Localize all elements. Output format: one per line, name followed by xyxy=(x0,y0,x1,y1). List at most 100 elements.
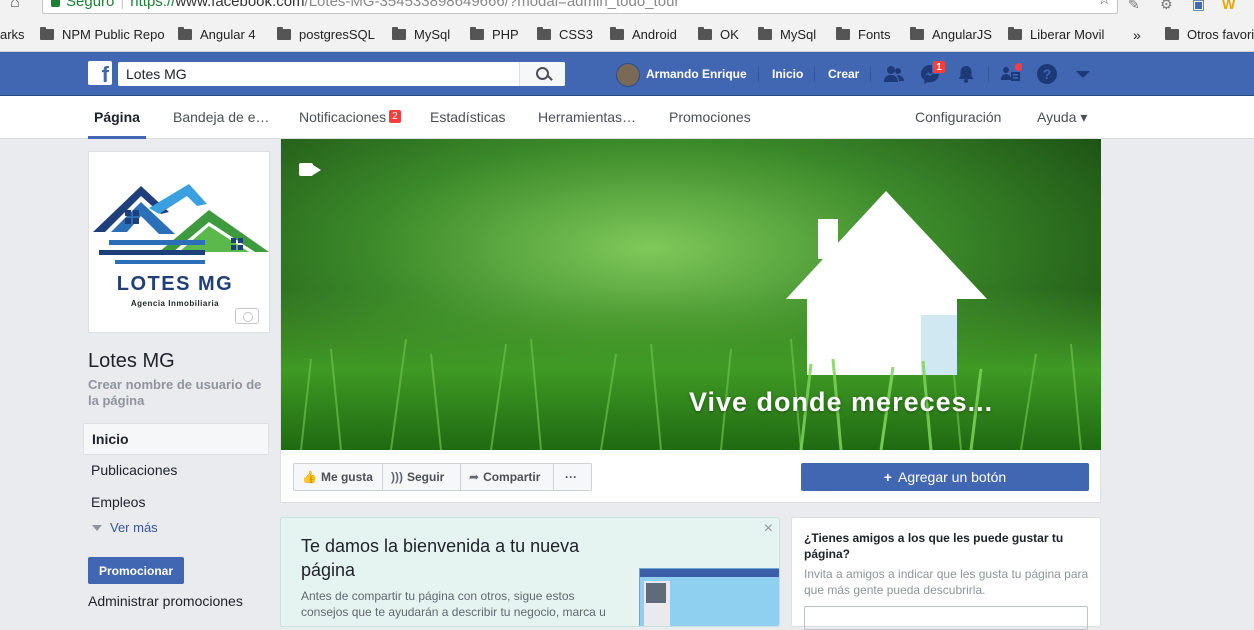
friend-requests-icon[interactable] xyxy=(883,63,905,85)
invite-description: Invita a amigos a indicar que les gusta … xyxy=(804,567,1089,597)
share-arrow-icon: ➦ xyxy=(469,470,480,484)
profile-link[interactable]: Armando Enrique xyxy=(616,52,747,96)
welcome-body: Antes de compartir tu página con otros, … xyxy=(301,589,606,619)
welcome-card: × Te damos la bienvenida a tu nueva pági… xyxy=(280,517,780,627)
bookmark-item[interactable]: PHP xyxy=(470,26,519,44)
secure-label: Seguro xyxy=(66,0,115,10)
bookmark-item[interactable]: NPM Public Repo xyxy=(40,26,165,44)
invite-friends-card: ¿Tienes amigos a los que les puede gusta… xyxy=(791,517,1101,630)
bookmark-item[interactable]: arks xyxy=(0,26,25,44)
share-button[interactable]: ➦ Compartir xyxy=(460,463,554,491)
messenger-icon[interactable]: 1 xyxy=(919,60,946,85)
bookmark-item[interactable]: OK xyxy=(698,26,739,44)
url-path: /Lotes-MG-354533898649666/?modal=admin_t… xyxy=(304,0,680,10)
lock-icon xyxy=(51,0,60,7)
url-host: www.facebook.com xyxy=(175,0,305,10)
home-link[interactable]: Inicio xyxy=(772,52,803,96)
bookmark-item[interactable]: CSS3 xyxy=(537,26,593,44)
thumbs-up-icon: 👍 xyxy=(302,470,317,484)
tab-notifications[interactable]: Notificaciones 2 xyxy=(299,96,401,139)
nav-divider xyxy=(870,66,871,82)
account-menu-icon[interactable] xyxy=(1072,63,1094,85)
bookmark-item[interactable]: MySql xyxy=(758,26,816,44)
avatar xyxy=(616,62,640,87)
tab-promotions[interactable]: Promociones xyxy=(669,96,751,139)
folder-icon xyxy=(758,27,772,40)
help-icon[interactable]: ? xyxy=(1036,63,1058,85)
bookmark-item[interactable]: MySql xyxy=(392,26,450,44)
cover-tagline: Vive donde mereces... xyxy=(689,387,994,417)
see-more-link[interactable]: Ver más xyxy=(92,520,158,535)
create-link[interactable]: Crear xyxy=(828,52,859,96)
bookmarks-bar: arks NPM Public Repo Angular 4 postgresS… xyxy=(0,16,1254,52)
add-button-button[interactable]: + Agregar un botón xyxy=(801,463,1089,491)
bookmark-item[interactable]: postgresSQL xyxy=(277,26,375,44)
other-bookmarks[interactable]: Otros favoritos xyxy=(1165,26,1254,44)
sidebar-item-publicaciones[interactable]: Publicaciones xyxy=(83,455,269,487)
bookmark-star-icon[interactable]: ☆ xyxy=(1098,0,1111,11)
close-icon[interactable]: × xyxy=(764,520,773,538)
more-options-button[interactable]: ··· xyxy=(553,463,592,491)
folder-icon xyxy=(836,27,850,40)
create-username-link[interactable]: Crear nombre de usuario de la página xyxy=(88,377,268,409)
page-tab-bar: Página Bandeja de e… Notificaciones 2 Est… xyxy=(0,96,1254,139)
bookmark-item[interactable]: Angular 4 xyxy=(178,26,256,44)
tab-inbox[interactable]: Bandeja de e… xyxy=(173,96,270,139)
like-button[interactable]: 👍 Me gusta xyxy=(293,463,383,491)
folder-icon xyxy=(1008,27,1022,40)
tab-stats[interactable]: Estadísticas xyxy=(430,96,505,139)
profile-picture[interactable]: LOTES MG Agencia Inmobiliaria xyxy=(88,151,270,333)
folder-icon xyxy=(698,27,712,40)
search-input[interactable] xyxy=(118,62,518,86)
lotes-mg-logo: LOTES MG Agencia Inmobiliaria xyxy=(93,184,269,308)
bookmarks-overflow-button[interactable]: » xyxy=(1133,26,1141,44)
cover-card: Vive donde mereces... 👍 Me gusta ))) Segui… xyxy=(280,139,1101,503)
search-icon[interactable] xyxy=(519,62,565,86)
follow-button[interactable]: ))) Seguir xyxy=(382,463,461,491)
address-bar[interactable]: Seguro | https://www.facebook.com/Lotes-MG… xyxy=(42,0,1118,14)
screen-extension-icon[interactable]: ▣ xyxy=(1192,0,1205,13)
sidebar-item-empleos[interactable]: Empleos xyxy=(83,487,269,519)
folder-icon xyxy=(470,27,484,40)
tab-help[interactable]: Ayuda ▾ xyxy=(1037,96,1087,139)
tab-tools[interactable]: Herramientas… xyxy=(538,96,636,139)
w-extension-icon[interactable]: W xyxy=(1222,0,1235,12)
facebook-logo-icon[interactable]: f xyxy=(88,61,112,85)
browser-toolbar: ⌂ Seguro | https://www.facebook.com/Lotes-… xyxy=(0,0,1254,16)
rss-icon: ))) xyxy=(391,470,403,484)
bookmark-item[interactable]: Android xyxy=(610,26,677,44)
pencil-extension-icon[interactable]: ✎ xyxy=(1128,0,1140,13)
notifications-icon[interactable] xyxy=(955,63,977,85)
sidebar-item-inicio[interactable]: Inicio xyxy=(83,423,269,455)
bookmark-item[interactable]: Fonts xyxy=(836,26,891,44)
address-divider: | xyxy=(120,0,125,10)
page-preview-illustration xyxy=(639,568,779,626)
camera-icon[interactable] xyxy=(235,308,259,324)
plus-icon: + xyxy=(883,469,892,485)
welcome-title: Te damos la bienvenida a tu nueva página xyxy=(301,536,580,580)
url-scheme: https:// xyxy=(130,0,176,10)
tab-settings[interactable]: Configuración xyxy=(915,96,1001,139)
gear-extension-icon[interactable]: ⚙ xyxy=(1160,0,1173,13)
svg-text:?: ? xyxy=(1043,66,1052,82)
page-manager-icon[interactable] xyxy=(1000,63,1023,85)
promote-button[interactable]: Promocionar xyxy=(88,557,184,584)
cover-photo[interactable]: Vive donde mereces... xyxy=(281,139,1101,450)
tab-pagina[interactable]: Página xyxy=(88,96,146,139)
search-box xyxy=(118,62,565,86)
nav-divider xyxy=(814,66,815,82)
home-icon[interactable]: ⌂ xyxy=(10,0,20,12)
chevron-down-icon xyxy=(92,525,102,531)
facebook-topbar: f Armando Enrique Inicio Crear 1 ? xyxy=(0,52,1254,96)
folder-icon xyxy=(392,27,406,40)
nav-divider xyxy=(758,66,759,82)
folder-icon xyxy=(277,27,291,40)
preview-picture xyxy=(646,583,666,603)
invite-search-field[interactable] xyxy=(804,606,1088,630)
bookmark-item[interactable]: Liberar Movil xyxy=(1008,26,1104,44)
bookmark-item[interactable]: AngularJS xyxy=(910,26,992,44)
video-camera-icon[interactable] xyxy=(299,163,313,176)
folder-icon xyxy=(1165,27,1179,40)
folder-icon xyxy=(40,27,54,40)
manage-promotions-link[interactable]: Administrar promociones xyxy=(88,593,243,609)
